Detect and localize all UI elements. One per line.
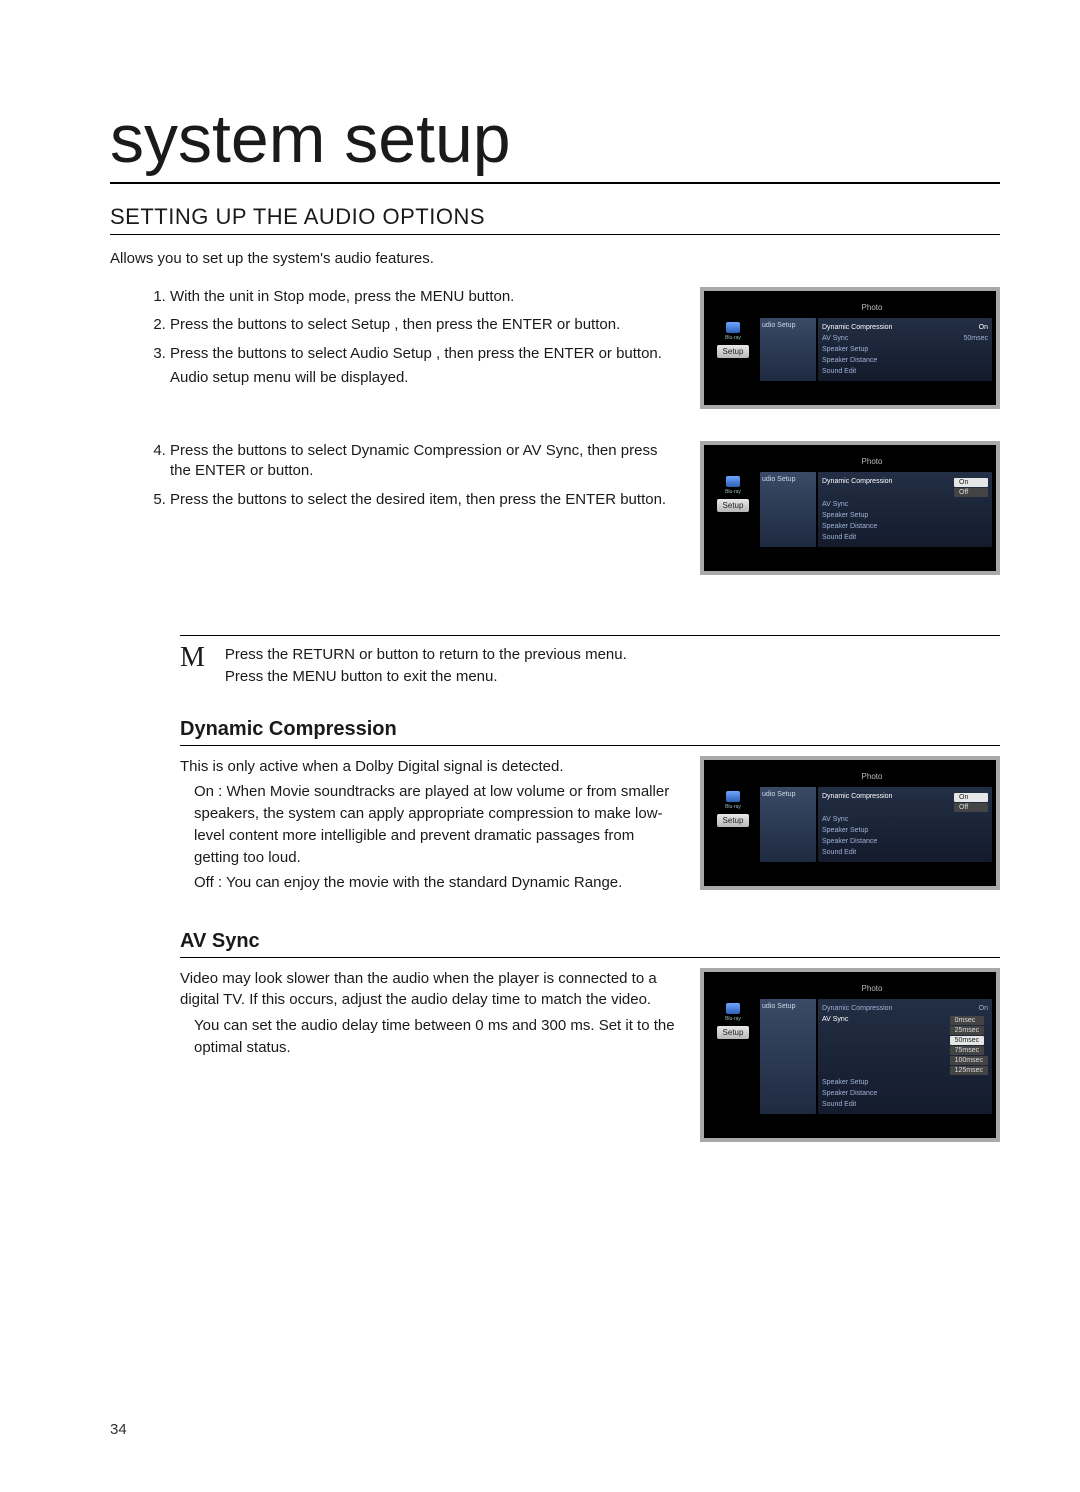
shot4-row-av: AV Sync bbox=[822, 1016, 848, 1075]
shot3-mid-tab: udio Setup bbox=[760, 787, 816, 862]
shot4-row-3: Speaker Setup bbox=[822, 1079, 868, 1086]
shot4-ms0: 0msec bbox=[950, 1016, 984, 1025]
shot1-setup-btn: Setup bbox=[717, 345, 750, 358]
bluray-logo-icon bbox=[726, 1003, 740, 1014]
bluray-logo-icon bbox=[726, 322, 740, 333]
shot2-row-4: Speaker Distance bbox=[822, 523, 877, 530]
shot4-row-1v: On bbox=[979, 1005, 988, 1012]
page-title: system setup bbox=[110, 100, 1000, 184]
shot2-opt-off: Off bbox=[954, 488, 988, 497]
av-heading: AV Sync bbox=[180, 930, 1000, 958]
bluray-logo-icon bbox=[726, 476, 740, 487]
shot4-setup-btn: Setup bbox=[717, 1026, 750, 1039]
shot3-opt-on: On bbox=[954, 793, 988, 802]
shot1-top: Photo bbox=[708, 297, 992, 318]
step-5: Press the buttons to select the desired … bbox=[170, 490, 680, 510]
note-icon: M bbox=[180, 644, 205, 688]
screenshot-avsync: Photo Blu-ray Setup udio Setup Dynamic C… bbox=[700, 968, 1000, 1142]
shot3-top: Photo bbox=[708, 766, 992, 787]
section-intro: Allows you to set up the system's audio … bbox=[110, 250, 1000, 267]
section-heading: SETTING UP THE AUDIO OPTIONS bbox=[110, 204, 1000, 235]
shot3-row-3: Speaker Setup bbox=[822, 827, 868, 834]
shot1-row-av-val: 50msec bbox=[963, 335, 988, 342]
shot4-ms100: 100msec bbox=[950, 1056, 988, 1065]
shot2-opt-on: On bbox=[954, 478, 988, 487]
dc-heading: Dynamic Compression bbox=[180, 718, 1000, 746]
shot4-ms75: 75msec bbox=[950, 1046, 985, 1055]
screenshot-audio-setup: Photo Blu-ray Setup udio Setup Dynamic C… bbox=[700, 287, 1000, 409]
shot2-row-2: AV Sync bbox=[822, 501, 848, 508]
dc-off: Off : You can enjoy the movie with the s… bbox=[180, 872, 680, 894]
shot3-row-5: Sound Edit bbox=[822, 849, 856, 856]
bluray-logo-icon bbox=[726, 791, 740, 802]
shot1-row-spk: Speaker Setup bbox=[822, 346, 868, 353]
screenshot-dc-detail: Photo Blu-ray Setup udio Setup Dynamic C… bbox=[700, 756, 1000, 890]
bluray-logo-text: Blu-ray bbox=[725, 335, 741, 341]
shot3-row-dc: Dynamic Compression bbox=[822, 793, 892, 812]
shot3-opt-off: Off bbox=[954, 803, 988, 812]
shot2-mid-tab: udio Setup bbox=[760, 472, 816, 547]
bluray-logo-text: Blu-ray bbox=[725, 1016, 741, 1022]
shot1-mid-tab: udio Setup bbox=[760, 318, 816, 381]
note-line-1: Press the RETURN or button to return to … bbox=[225, 644, 627, 666]
shot4-ms25: 25msec bbox=[950, 1026, 985, 1035]
shot1-row-dc: Dynamic Compression bbox=[822, 324, 892, 331]
shot2-row-3: Speaker Setup bbox=[822, 512, 868, 519]
shot1-row-se: Sound Edit bbox=[822, 368, 856, 375]
av-bullet: You can set the audio delay time between… bbox=[180, 1015, 680, 1059]
shot4-row-5: Sound Edit bbox=[822, 1101, 856, 1108]
dc-intro: This is only active when a Dolby Digital… bbox=[180, 758, 564, 775]
step-3-sub: Audio setup menu will be displayed. bbox=[170, 368, 680, 388]
shot1-row-av: AV Sync bbox=[822, 335, 848, 342]
page-number: 34 bbox=[110, 1421, 127, 1438]
step-3-text: Press the buttons to select Audio Setup … bbox=[170, 345, 662, 362]
shot4-row-4: Speaker Distance bbox=[822, 1090, 877, 1097]
note-line-2: Press the MENU button to exit the menu. bbox=[225, 666, 627, 688]
shot3-setup-btn: Setup bbox=[717, 814, 750, 827]
screenshot-dc-select: Photo Blu-ray Setup udio Setup Dynamic C… bbox=[700, 441, 1000, 575]
shot1-row-dc-val: On bbox=[979, 324, 988, 331]
shot3-row-2: AV Sync bbox=[822, 816, 848, 823]
shot4-ms50: 50msec bbox=[950, 1036, 985, 1045]
bluray-logo-text: Blu-ray bbox=[725, 489, 741, 495]
bluray-logo-text: Blu-ray bbox=[725, 804, 741, 810]
step-4: Press the buttons to select Dynamic Comp… bbox=[170, 441, 680, 482]
shot1-row-dist: Speaker Distance bbox=[822, 357, 877, 364]
shot2-setup-btn: Setup bbox=[717, 499, 750, 512]
shot4-row-1: Dynamic Compression bbox=[822, 1005, 892, 1012]
shot4-top: Photo bbox=[708, 978, 992, 999]
shot4-ms125: 125msec bbox=[950, 1066, 988, 1075]
shot2-top: Photo bbox=[708, 451, 992, 472]
dc-on: On : When Movie soundtracks are played a… bbox=[180, 781, 680, 868]
shot3-row-4: Speaker Distance bbox=[822, 838, 877, 845]
shot4-mid-tab: udio Setup bbox=[760, 999, 816, 1114]
av-intro: Video may look slower than the audio whe… bbox=[180, 970, 657, 1009]
step-3: Press the buttons to select Audio Setup … bbox=[170, 344, 680, 389]
shot2-row-dc: Dynamic Compression bbox=[822, 478, 892, 497]
step-1: With the unit in Stop mode, press the ME… bbox=[170, 287, 680, 307]
shot2-row-5: Sound Edit bbox=[822, 534, 856, 541]
step-2: Press the buttons to select Setup , then… bbox=[170, 315, 680, 335]
note-block: M Press the RETURN or button to return t… bbox=[180, 635, 1000, 688]
